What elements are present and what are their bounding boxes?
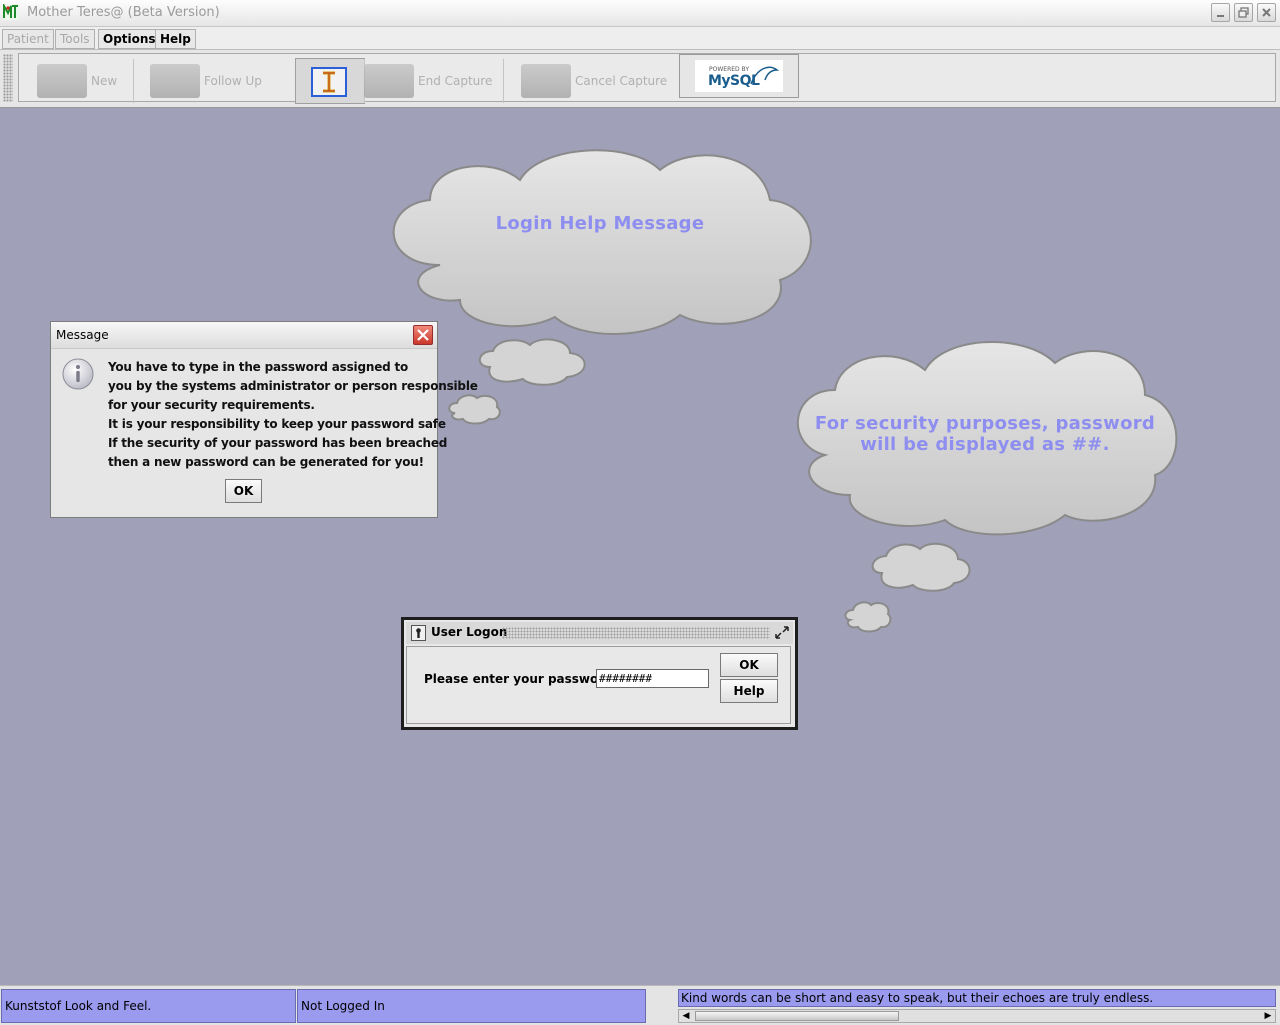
menu-help[interactable]: Help [155, 29, 196, 49]
restore-window-icon[interactable] [774, 626, 790, 640]
menu-tools[interactable]: Tools [55, 29, 95, 49]
restore-icon [1238, 7, 1249, 18]
quote-text: Kind words can be short and easy to spea… [678, 989, 1276, 1007]
password-field[interactable] [596, 669, 709, 688]
user-logon-titlebar[interactable]: User Logon [406, 622, 793, 644]
message-close-button[interactable] [413, 325, 433, 345]
window-title: Mother Teres@ (Beta Version) [27, 5, 220, 20]
message-ok-button[interactable]: OK [225, 479, 262, 503]
logon-ok-button[interactable]: OK [720, 653, 778, 677]
password-label: Please enter your password: [424, 672, 618, 686]
scroll-thumb[interactable] [695, 1011, 899, 1021]
mysql-small-text: POWERED BY [709, 66, 750, 73]
minimize-icon [1217, 15, 1224, 17]
end-capture-label: End Capture [418, 74, 493, 88]
thought-bubble-medium-right [871, 542, 971, 592]
new-record-icon [37, 64, 87, 98]
minimize-button[interactable] [1211, 3, 1230, 22]
help-cloud-large [392, 149, 812, 335]
keyhole-icon [411, 625, 426, 641]
login-help-title: Login Help Message [495, 213, 705, 234]
toolbar-panel: New Follow Up End Capture Cancel Capture [18, 53, 1276, 104]
message-dialog-titlebar[interactable]: Message [51, 322, 437, 349]
follow-up-label: Follow Up [204, 74, 262, 88]
close-icon [417, 329, 429, 341]
titlebar-texture [502, 627, 770, 639]
follow-up-icon [150, 64, 200, 98]
toolbar-separator [133, 59, 134, 103]
scroll-left-icon[interactable]: ◀ [679, 1010, 693, 1022]
message-line-1: You have to type in the password assigne… [108, 360, 409, 374]
thought-bubble-medium [478, 338, 586, 386]
message-line-4: It is your responsibility to keep your p… [108, 417, 446, 431]
message-dialog-title: Message [56, 328, 109, 342]
menu-bar: Patient Tools Options Help [0, 27, 1280, 50]
cancel-capture-label: Cancel Capture [575, 74, 668, 88]
toolbar-separator [503, 59, 504, 103]
user-logon-title: User Logon [431, 625, 508, 639]
user-logon-dialog: User Logon Please enter your password: O… [401, 617, 798, 730]
info-button[interactable] [295, 58, 365, 104]
restore-button[interactable] [1234, 3, 1253, 22]
app-logo-icon [3, 4, 19, 20]
cancel-capture-button[interactable]: Cancel Capture [521, 58, 667, 104]
new-button[interactable]: New [37, 58, 117, 104]
end-capture-icon [364, 64, 414, 98]
thought-bubble-small-right [844, 601, 892, 633]
quote-scrollbar[interactable]: ◀ ▶ [678, 1009, 1276, 1023]
menu-patient[interactable]: Patient [2, 29, 54, 49]
status-bar: Kunststof Look and Feel. Not Logged In K… [0, 985, 1280, 1025]
message-line-2: you by the systems administrator or pers… [108, 379, 478, 393]
cancel-capture-icon [521, 64, 571, 98]
end-capture-button[interactable]: End Capture [364, 58, 492, 104]
logon-help-button[interactable]: Help [720, 679, 778, 703]
look-and-feel-status: Kunststof Look and Feel. [1, 989, 296, 1023]
dolphin-icon [750, 66, 780, 85]
message-line-5: If the security of your password has bee… [108, 436, 448, 450]
mysql-logo-button[interactable]: POWERED BY MySQL [679, 54, 799, 98]
menu-options[interactable]: Options [98, 29, 161, 49]
new-button-label: New [91, 74, 118, 88]
user-logon-body: Please enter your password: OK Help [406, 646, 791, 724]
title-bar: Mother Teres@ (Beta Version) [0, 0, 1280, 27]
message-line-3: for your security requirements. [108, 398, 315, 412]
quote-panel: Kind words can be short and easy to spea… [678, 989, 1277, 1024]
security-line-1: For security purposes, password [814, 413, 1156, 434]
scroll-right-icon[interactable]: ▶ [1261, 1010, 1275, 1022]
follow-up-button[interactable]: Follow Up [150, 58, 262, 104]
thought-bubble-small [448, 394, 501, 425]
info-icon [62, 358, 94, 390]
text-cursor-icon [311, 67, 347, 97]
close-button[interactable] [1257, 3, 1276, 22]
security-cloud-text: For security purposes, password will be … [800, 413, 1170, 455]
toolbar: New Follow Up End Capture Cancel Capture [0, 50, 1280, 108]
login-status: Not Logged In [297, 989, 646, 1023]
security-line-2: will be displayed as ##. [860, 434, 1110, 455]
close-icon [1262, 8, 1271, 17]
mysql-logo: POWERED BY MySQL [695, 60, 783, 92]
message-dialog: Message You have to type in the password… [50, 321, 478, 518]
message-line-6: then a new password can be generated for… [108, 455, 424, 469]
toolbar-grip[interactable] [3, 54, 13, 102]
